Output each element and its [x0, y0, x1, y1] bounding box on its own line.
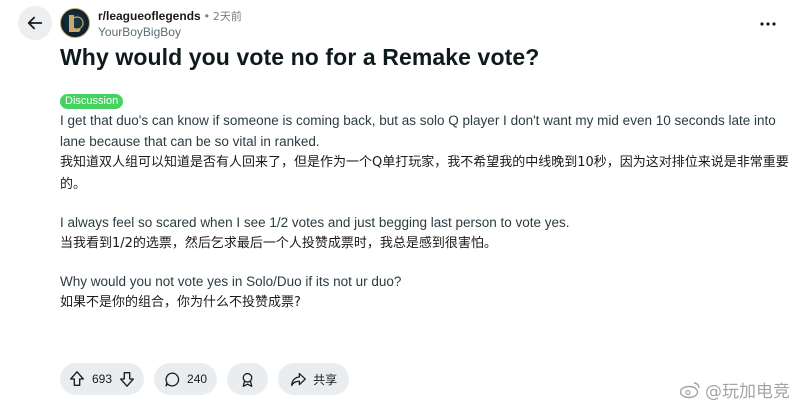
paragraph-en: I always feel so scared when I see 1/2 v…: [60, 215, 570, 230]
upvote-button[interactable]: [66, 368, 88, 390]
action-bar: 693 240 共享: [60, 363, 350, 395]
weibo-logo-icon: [679, 381, 700, 398]
arrow-left-icon: [27, 16, 43, 30]
vote-count: 693: [92, 372, 113, 386]
vote-control: 693: [60, 363, 145, 395]
arrow-down-icon: [120, 372, 135, 387]
paragraph-zh: 我知道双人组可以知道是否有人回来了，但是作为一个Q单打玩家，我不希望我的中线晚到…: [60, 155, 789, 192]
watermark-text: @玩加电竞: [705, 382, 790, 402]
award-icon: [242, 372, 253, 387]
comments-button[interactable]: 240: [154, 363, 218, 395]
author-link[interactable]: YourBoyBigBoy: [98, 25, 242, 40]
more-options-button[interactable]: [756, 14, 780, 34]
subreddit-avatar[interactable]: [60, 8, 90, 38]
watermark: @玩加电竞: [679, 377, 790, 402]
post-page: r/leagueoflegends • 2天前 YourBoyBigBoy Wh…: [0, 0, 800, 410]
post-time: 2天前: [212, 10, 242, 23]
flair-badge[interactable]: Discussion: [60, 94, 124, 109]
more-horizontal-icon: [760, 22, 776, 26]
paragraph-zh: 当我看到1/2的选票，然后乞求最后一个人投赞成票时，我总是感到很害怕。: [60, 236, 497, 251]
meta-separator: •: [204, 9, 209, 23]
meta-row: r/leagueoflegends • 2天前: [98, 9, 242, 24]
paragraph-zh: 如果不是你的组合，你为什么不投赞成票?: [60, 295, 301, 310]
subreddit-link[interactable]: r/leagueoflegends: [98, 9, 201, 24]
share-arrow-icon: [291, 372, 306, 386]
post-body: I get that duo's can know if someone is …: [60, 110, 790, 314]
share-button[interactable]: 共享: [278, 363, 350, 395]
share-label: 共享: [313, 372, 338, 387]
paragraph-en: Why would you not vote yes in Solo/Duo i…: [60, 274, 402, 289]
post-title: Why would you vote no for a Remake vote?: [60, 44, 540, 70]
comment-count: 240: [187, 372, 208, 386]
back-button[interactable]: [18, 6, 52, 40]
paragraph-en: I get that duo's can know if someone is …: [60, 113, 776, 149]
arrow-up-icon: [70, 371, 84, 386]
downvote-button[interactable]: [116, 368, 138, 390]
post-meta: r/leagueoflegends • 2天前 YourBoyBigBoy: [98, 9, 242, 40]
league-logo-icon: [69, 15, 84, 32]
comment-bubble-icon: [165, 371, 180, 387]
award-button[interactable]: [227, 363, 269, 395]
